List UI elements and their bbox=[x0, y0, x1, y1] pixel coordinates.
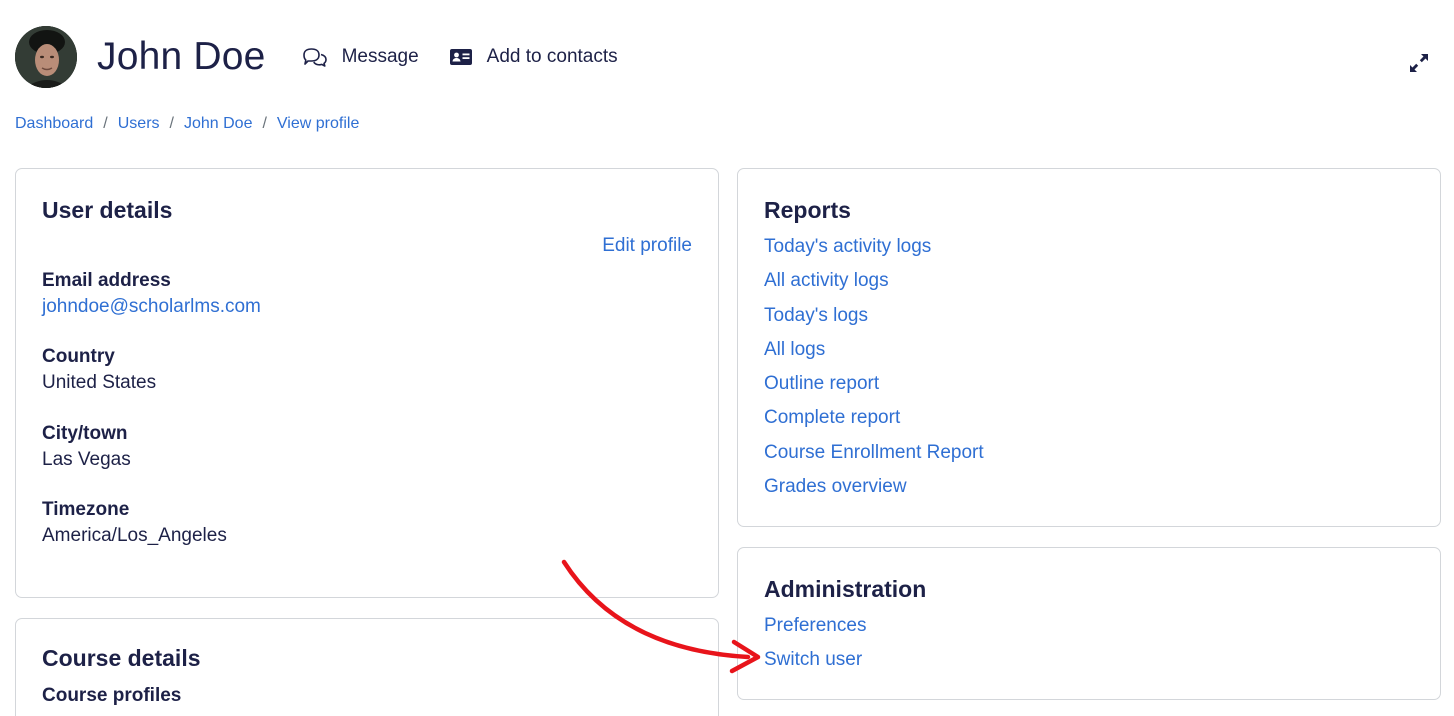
course-profiles-label: Course profiles bbox=[42, 685, 182, 706]
all-logs-link[interactable]: All logs bbox=[764, 333, 984, 367]
avatar-image bbox=[15, 26, 77, 88]
add-to-contacts-button[interactable]: Add to contacts bbox=[449, 46, 618, 68]
breadcrumb-view-profile[interactable]: View profile bbox=[277, 115, 359, 133]
timezone-field: Timezone America/Los_Angeles bbox=[42, 498, 227, 550]
reports-link-list: Today's activity logs All activity logs … bbox=[764, 230, 984, 504]
expand-icon[interactable] bbox=[1408, 52, 1430, 74]
timezone-value: America/Los_Angeles bbox=[42, 525, 227, 546]
switch-user-link[interactable]: Switch user bbox=[764, 643, 866, 677]
message-button[interactable]: Message bbox=[302, 46, 419, 68]
city-label: City/town bbox=[42, 423, 128, 444]
email-label: Email address bbox=[42, 270, 171, 291]
grades-overview-link[interactable]: Grades overview bbox=[764, 470, 984, 504]
email-field: Email address johndoe@scholarlms.com bbox=[42, 269, 261, 321]
user-name-heading: John Doe bbox=[97, 35, 266, 78]
city-field: City/town Las Vegas bbox=[42, 422, 131, 474]
country-label: Country bbox=[42, 346, 115, 367]
preferences-link[interactable]: Preferences bbox=[764, 609, 866, 643]
country-field: Country United States bbox=[42, 345, 156, 397]
course-enrollment-report-link[interactable]: Course Enrollment Report bbox=[764, 436, 984, 470]
country-value: United States bbox=[42, 372, 157, 393]
reports-title: Reports bbox=[764, 197, 851, 223]
outline-report-link[interactable]: Outline report bbox=[764, 367, 984, 401]
add-to-contacts-label: Add to contacts bbox=[486, 46, 618, 67]
complete-report-link[interactable]: Complete report bbox=[764, 401, 984, 435]
breadcrumb-user[interactable]: John Doe bbox=[184, 115, 253, 133]
course-details-title: Course details bbox=[42, 645, 201, 671]
breadcrumb-separator: / bbox=[262, 115, 267, 132]
avatar[interactable] bbox=[15, 26, 77, 88]
city-value: Las Vegas bbox=[42, 449, 131, 470]
reports-card: Reports Today's activity logs All activi… bbox=[737, 168, 1441, 527]
profile-header: John Doe Message Add to contacts bbox=[15, 25, 1454, 89]
contact-card-icon bbox=[449, 48, 473, 66]
edit-profile-link[interactable]: Edit profile bbox=[602, 235, 692, 257]
breadcrumb-users[interactable]: Users bbox=[118, 115, 160, 133]
timezone-label: Timezone bbox=[42, 499, 130, 520]
todays-activity-logs-link[interactable]: Today's activity logs bbox=[764, 230, 984, 264]
administration-title: Administration bbox=[764, 576, 927, 602]
course-details-card: Course details Course profiles bbox=[15, 618, 719, 716]
user-details-card: User details Edit profile Email address … bbox=[15, 168, 719, 598]
administration-link-list: Preferences Switch user bbox=[764, 609, 866, 678]
todays-logs-link[interactable]: Today's logs bbox=[764, 299, 984, 333]
message-label: Message bbox=[341, 46, 419, 67]
breadcrumb-separator: / bbox=[169, 115, 174, 132]
chat-bubbles-icon bbox=[302, 47, 328, 67]
breadcrumb: Dashboard / Users / John Doe / View prof… bbox=[15, 115, 359, 133]
all-activity-logs-link[interactable]: All activity logs bbox=[764, 264, 984, 298]
email-value-link[interactable]: johndoe@scholarlms.com bbox=[42, 293, 261, 321]
administration-card: Administration Preferences Switch user bbox=[737, 547, 1441, 700]
breadcrumb-separator: / bbox=[103, 115, 108, 132]
breadcrumb-dashboard[interactable]: Dashboard bbox=[15, 115, 93, 133]
user-details-title: User details bbox=[42, 197, 173, 223]
